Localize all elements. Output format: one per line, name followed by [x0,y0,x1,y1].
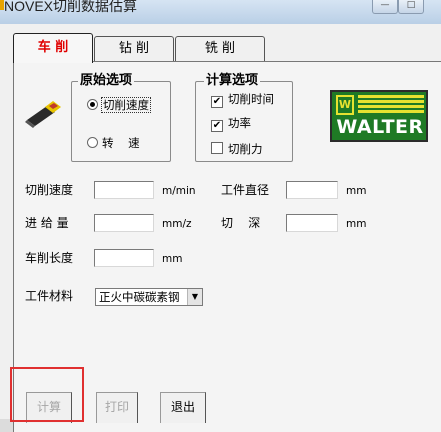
turning-length-input[interactable] [94,249,154,267]
cutting-speed-input[interactable] [94,181,154,199]
radio-rotation-speed-label: 转 速 [102,136,140,150]
checkbox-cutting-time[interactable]: ✔ 切削时间 [211,92,274,108]
print-button-label: 打印 [104,400,129,414]
tab-drilling-label: 钻 削 [118,41,150,56]
minimize-button[interactable]: — [372,0,398,14]
title-bar[interactable]: NOVEX切削数据估算 — □ [0,0,441,25]
radio-unselected-icon [87,137,98,148]
calc-options-title: 计算选项 [204,73,261,89]
material-label: 工件材料 [25,289,74,303]
feed-label: 进 给 量 [25,216,69,230]
feed-input[interactable] [94,214,154,232]
depth-of-cut-input[interactable] [286,214,338,232]
turning-tool-icon [25,101,61,128]
checkbox-cutting-force[interactable]: 切削力 [211,142,263,156]
exit-button[interactable]: 退出 [160,392,206,423]
depth-of-cut-unit: mm [346,218,367,230]
radio-selected-icon [87,99,98,110]
calculate-button[interactable]: 计算 [26,392,72,423]
chevron-down-icon[interactable]: ▼ [187,289,202,305]
radio-cutting-speed[interactable]: 切削速度 [87,97,151,113]
tab-turning[interactable]: 车 削 [13,33,93,63]
cutting-speed-label: 切削速度 [25,183,74,197]
maximize-icon: □ [406,0,416,10]
calculate-button-label: 计算 [36,400,61,414]
radio-cutting-speed-label: 切削速度 [101,97,151,113]
tab-milling-label: 铣 削 [204,41,236,56]
checkbox-unchecked-icon [211,142,223,154]
depth-of-cut-label: 切 深 [221,216,261,230]
checkbox-cutting-force-label: 切削力 [228,142,263,156]
cutting-speed-unit: m/min [162,185,196,197]
logo-text: WALTER [336,116,424,138]
checkbox-power[interactable]: ✔ 功率 [211,116,251,132]
checkbox-checked-icon: ✔ [211,96,223,108]
original-options-title: 原始选项 [78,73,135,89]
turning-length-unit: mm [162,253,183,265]
checkbox-cutting-time-label: 切削时间 [228,92,274,106]
maximize-button[interactable]: □ [398,0,424,14]
logo-stripes [358,95,424,115]
checkbox-checked-icon: ✔ [211,120,223,132]
feed-unit: mm/z [162,218,192,230]
minimize-icon: — [380,0,390,10]
material-select-value: 正火中碳碳素钢 [99,290,180,304]
window-title: NOVEX切削数据估算 [4,0,138,14]
tab-turning-label: 车 削 [37,40,69,55]
material-select[interactable]: 正火中碳碳素钢 ▼ [95,288,203,306]
radio-rotation-speed[interactable]: 转 速 [87,136,140,150]
walter-logo: W WALTER [330,90,428,142]
walter-mark-icon: W [336,95,354,115]
workpiece-diameter-label: 工件直径 [221,183,270,197]
workpiece-diameter-unit: mm [346,185,367,197]
exit-button-label: 退出 [170,400,195,414]
checkbox-power-label: 功率 [228,116,251,130]
workpiece-diameter-input[interactable] [286,181,338,199]
tab-drilling[interactable]: 钻 削 [94,36,174,61]
print-button[interactable]: 打印 [96,392,138,423]
turning-length-label: 车削长度 [25,251,74,265]
tab-milling[interactable]: 铣 削 [175,36,265,61]
